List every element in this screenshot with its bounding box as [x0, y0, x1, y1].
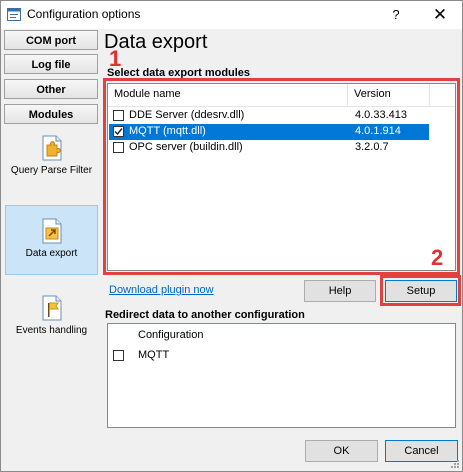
list-item-dde-server[interactable]: DDE Server (ddesrv.dll) 4.0.33.413	[109, 108, 429, 124]
help-icon[interactable]: ?	[385, 4, 407, 26]
module-checkbox[interactable]	[113, 110, 124, 121]
tab-log-file[interactable]: Log file	[4, 54, 98, 74]
sidebar-item-label: Data export	[25, 248, 78, 259]
modules-list[interactable]: Module name Version DDE Server (ddesrv.d…	[107, 83, 456, 271]
list-item-opc-server[interactable]: OPC server (buildin.dll) 3.2.0.7	[109, 140, 429, 156]
annotation-marker-1: 1	[109, 46, 122, 71]
flag-document-icon	[42, 295, 61, 321]
module-name: MQTT (mqtt.dll)	[129, 125, 206, 137]
close-icon[interactable]: ✕	[427, 4, 453, 26]
tab-com-port[interactable]: COM port	[4, 30, 98, 50]
window-title: Configuration options	[27, 7, 141, 21]
module-version: 4.0.33.413	[355, 109, 407, 121]
sidebar: COM port Log file Other Modules Query Pa…	[1, 29, 102, 429]
tab-modules[interactable]: Modules	[4, 104, 98, 124]
modules-list-header: Module name Version	[108, 84, 455, 107]
configurations-list[interactable]: Configuration MQTT	[107, 323, 456, 428]
sidebar-item-events-handling[interactable]: Events handling	[5, 295, 98, 336]
resize-grip-icon[interactable]	[450, 459, 460, 469]
annotation-marker-2: 2	[431, 245, 444, 270]
list-item-mqtt[interactable]: MQTT (mqtt.dll) 4.0.1.914	[109, 124, 429, 140]
export-document-icon	[42, 218, 61, 244]
download-plugin-link[interactable]: Download plugin now	[109, 284, 214, 296]
column-module-name[interactable]: Module name	[114, 88, 181, 100]
module-version: 3.2.0.7	[355, 141, 389, 153]
config-name: MQTT	[138, 349, 170, 361]
module-checkbox[interactable]	[113, 142, 124, 153]
ok-button[interactable]: OK	[305, 440, 378, 462]
column-divider[interactable]	[429, 84, 430, 106]
dialog-footer: OK Cancel	[1, 431, 462, 471]
checkmark-icon	[114, 128, 123, 136]
list-item-config-mqtt[interactable]: MQTT	[109, 348, 409, 364]
cancel-button[interactable]: Cancel	[385, 440, 458, 462]
configuration-dialog: Configuration options ? ✕ COM port Log f…	[0, 0, 463, 472]
sidebar-item-label: Events handling	[15, 325, 88, 336]
title-bar: Configuration options ? ✕	[1, 1, 462, 29]
puzzle-document-icon	[42, 135, 61, 161]
column-configuration[interactable]: Configuration	[138, 329, 203, 341]
sidebar-item-label: Query Parse Filter	[10, 165, 93, 176]
redirect-section-label: Redirect data to another configuration	[105, 309, 305, 321]
setup-button[interactable]: Setup	[385, 280, 457, 302]
config-checkbox[interactable]	[113, 350, 124, 361]
sidebar-item-data-export[interactable]: Data export	[5, 205, 98, 275]
help-button[interactable]: Help	[304, 280, 376, 302]
tab-other[interactable]: Other	[4, 79, 98, 99]
app-icon	[7, 8, 21, 21]
column-divider[interactable]	[347, 84, 348, 106]
module-version: 4.0.1.914	[355, 125, 401, 137]
column-version[interactable]: Version	[354, 88, 391, 100]
module-checkbox[interactable]	[113, 126, 124, 137]
module-name: DDE Server (ddesrv.dll)	[129, 109, 245, 121]
module-name: OPC server (buildin.dll)	[129, 141, 243, 153]
sidebar-item-query-parse-filter[interactable]: Query Parse Filter	[5, 135, 98, 176]
